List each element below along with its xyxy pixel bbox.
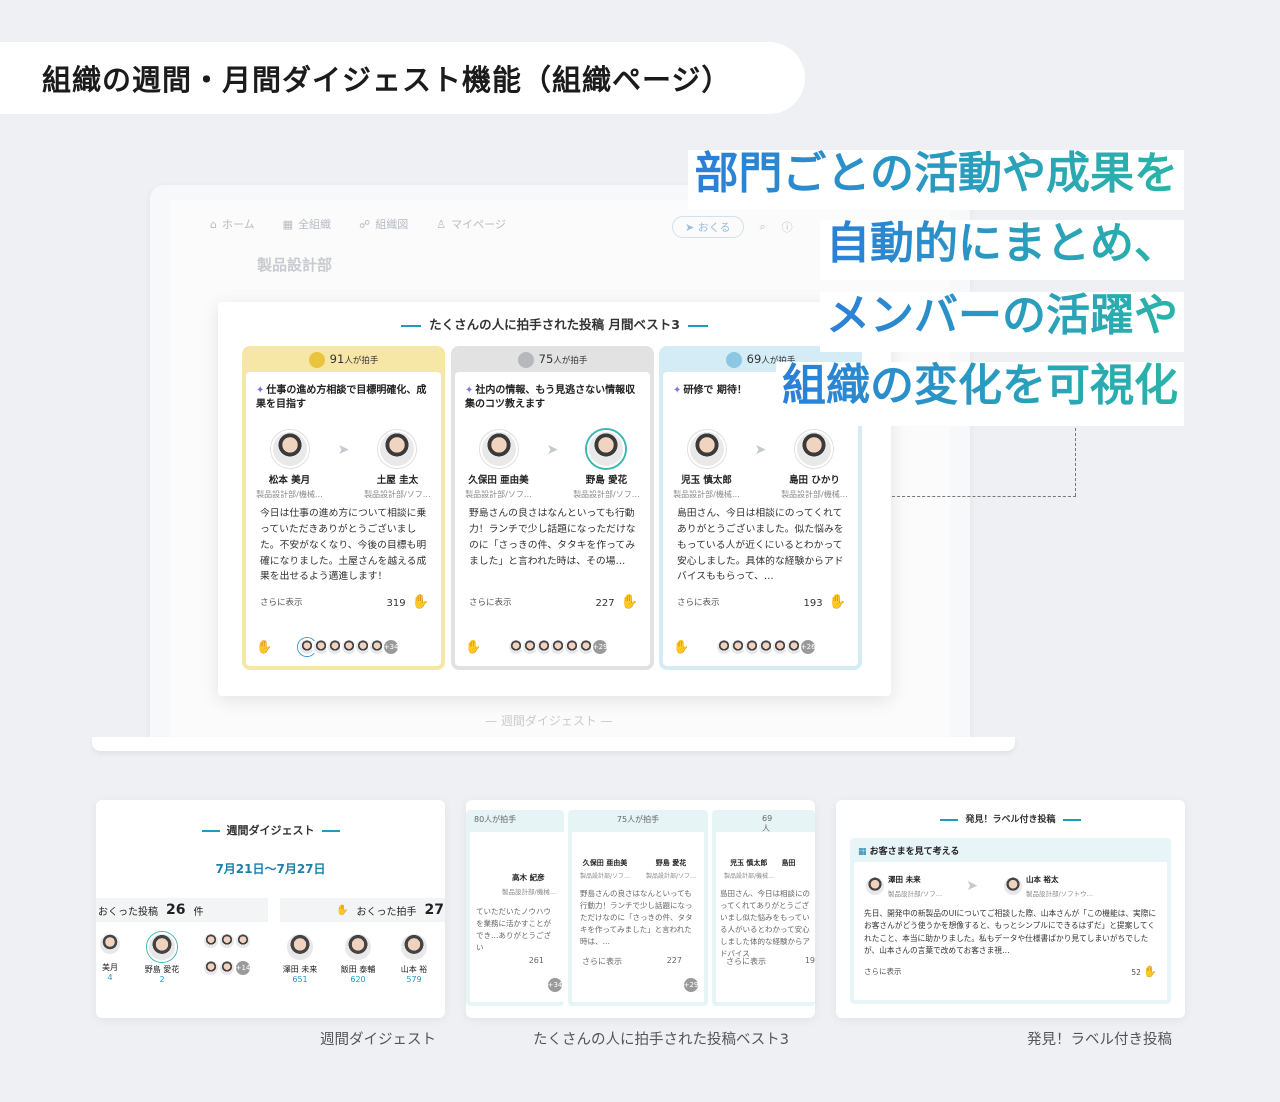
card-claps-header: 91人が拍手 [242,352,445,368]
laptop-base [92,737,1015,751]
caption-weekly: 週間ダイジェスト [320,1032,436,1048]
silver-medal-icon [517,352,534,368]
avatar [795,430,834,468]
avatar [378,430,417,468]
receiver[interactable]: 土屋 圭太 製品設計部/ソフ… [358,430,436,500]
gold-medal-icon [308,352,325,368]
connector-line [1075,428,1076,496]
headline-line-2: 自動的にまとめ、 [820,219,1184,280]
thumb-weekly-digest[interactable]: 週間ダイジェスト 7月21日〜7月27日 おくった投稿 26 件 ✋ おくった拍手 27… [96,800,445,1018]
more-clappers[interactable]: +26 [799,638,818,656]
avatar [687,430,726,468]
headline-line-1: 部門ごとの活動や成果を [688,149,1184,210]
clappers-row: ✋ +26 [673,638,848,656]
more-clappers[interactable]: +29 [591,638,610,656]
avatar [479,430,518,468]
page-title: 組織の週間・月間ダイジェスト機能（組織ページ） [0,42,805,114]
best-card-2[interactable]: 75人が拍手 ✦ 社内の情報、もう見逃さない情報収集のコツ教えます 久保田 亜由美… [451,346,654,670]
send-button[interactable]: ➤ おくる [672,216,744,238]
post-body: 今日は仕事の進め方について相談に乗っていただきありがとうございました。不安がなく… [260,508,427,583]
labelled-post-card: ▦ お客さまを見て考える 澤田 未来 製品設計部/ソフ… ➤ 山本 裕太 製品設計部… [850,838,1171,1004]
date-range: 7月21日〜7月27日 [215,862,326,876]
sent-claps-stat: ✋ おくった拍手 27 [280,898,445,922]
sender[interactable]: 久保田 亜由美 製品設計部/ソフ… [460,430,538,500]
digest-people: 美月 4 野島 愛花 2 +14 澤田 未来 651 飯田 泰輔 620 山本 裕 579 [96,932,445,984]
post-body: 野島さんの良さはなんといっても行動力！ランチで少し話題になっただけなのに「さっき… [469,508,636,567]
thumb-title: 週間ダイジェスト [96,822,445,838]
connector-line [892,496,1076,497]
home-icon: ⌂ [210,217,217,231]
clap-badge-icon: ✋ [256,639,273,655]
clap-badge-icon: ✋ [465,639,482,655]
clap-badge-icon: ✋ [673,639,690,655]
thumb-labelled-post[interactable]: 発見！ラベル付き投稿 ▦ お客さまを見て考える 澤田 未来 製品設計部/ソフ… ➤… [836,800,1185,1018]
receiver[interactable]: 島田 ひかり 製品設計部/機械… [775,430,853,500]
info-icon[interactable]: ⓘ [782,219,793,235]
avatar [587,430,626,468]
clap-icon[interactable]: ✋ [829,594,846,610]
clap-count: 227 [595,598,615,609]
arrow-right-icon: ➤ [754,442,767,458]
post-title[interactable]: ✦ 仕事の進め方相談で目標明確化、成果を目指す [256,384,429,411]
headline-line-4: 組織の変化を可視化 [776,361,1184,426]
nav-home[interactable]: ⌂ ホーム [210,216,255,232]
sent-posts-stat: おくった投稿 26 件 [96,898,268,922]
nav-org[interactable]: ☍ 組織図 [359,216,408,232]
arrow-right-icon: ➤ [546,442,559,458]
headline-line-3: メンバーの活躍や [820,291,1184,352]
avatar [270,430,309,468]
mini-card-2: 75人が拍手 久保田 亜由美 製品設計部/ソフ… 野島 愛花 製品設計部/ソフ… 野… [568,810,708,1006]
receiver[interactable]: 野島 愛花 製品設計部/ソフ… [567,430,645,500]
sparkle-icon: ✦ [465,385,474,396]
search-icon[interactable]: ⌕ [760,220,766,234]
nav-right: ➤ おくる ⌕ ⓘ [672,216,793,238]
department-name: 製品設計部 [257,256,333,274]
sender[interactable]: 松本 美月 製品設計部/機械… [251,430,329,500]
post-body: 島田さん、今日は相談にのってくれてありがとうございました。似た悩みをもっている人… [677,508,844,583]
caption-labelled: 発見！ラベル付き投稿 [1027,1032,1172,1048]
mini-card-1: 80人が拍手 高木 紀彦 製品設計部/機械… ていただいたノウハウを業務に活かす… [466,810,564,1006]
clap-icon[interactable]: ✋ [621,594,638,610]
weekly-digest-label: — 週間ダイジェスト — [485,714,613,728]
thumb-title: 発見！ラベル付き投稿 [836,812,1185,825]
clap-icon: ✋ [336,904,349,916]
clappers-row: ✋ +29 [465,638,640,656]
building-icon: ▦ [282,217,294,231]
nav-all[interactable]: ▦ 全組織 [283,216,331,232]
sparkle-icon: ✦ [256,385,265,396]
more-clappers[interactable]: +34 [382,638,401,656]
thumb-best-three[interactable]: 80人が拍手 高木 紀彦 製品設計部/機械… ていただいたノウハウを業務に活かす… [466,800,815,1018]
show-more-link[interactable]: さらに表示 [469,596,512,608]
show-more-link[interactable]: さらに表示 [677,596,720,608]
panel-title: たくさんの人に拍手された投稿 月間ベスト3 [218,314,891,333]
bronze-medal-icon [725,352,742,368]
post-title[interactable]: ✦ 社内の情報、もう見逃さない情報収集のコツ教えます [465,384,638,411]
building-icon: ▦ [858,847,867,857]
mini-card-3: 69人が拍手 児玉 慎太郎島田 製品設計部/機械… 島田さん、今日は相談にのって… [712,810,815,1006]
clap-count: 193 [803,598,823,609]
clap-count: 319 [386,598,406,609]
sparkle-icon: ✦ [673,385,682,396]
show-more-link[interactable]: さらに表示 [260,596,303,608]
sender[interactable]: 児玉 慎太郎 製品設計部/機械… [668,430,746,500]
best-card-1[interactable]: 91人が拍手 ✦ 仕事の進め方相談で目標明確化、成果を目指す 松本 美月 製品設計… [242,346,445,670]
clap-icon[interactable]: ✋ [412,594,429,610]
card-claps-header: 75人が拍手 [451,352,654,368]
caption-best3: たくさんの人に拍手された投稿ベスト3 [533,1032,790,1048]
top-nav: ⌂ ホーム ▦ 全組織 ☍ 組織図 ♙ マイページ [210,216,506,232]
arrow-right-icon: ➤ [337,442,350,458]
user-icon: ♙ [436,217,447,231]
nav-mypage[interactable]: ♙ マイページ [436,216,506,232]
org-chart-icon: ☍ [359,217,371,231]
clappers-row: ✋ +34 [256,638,431,656]
